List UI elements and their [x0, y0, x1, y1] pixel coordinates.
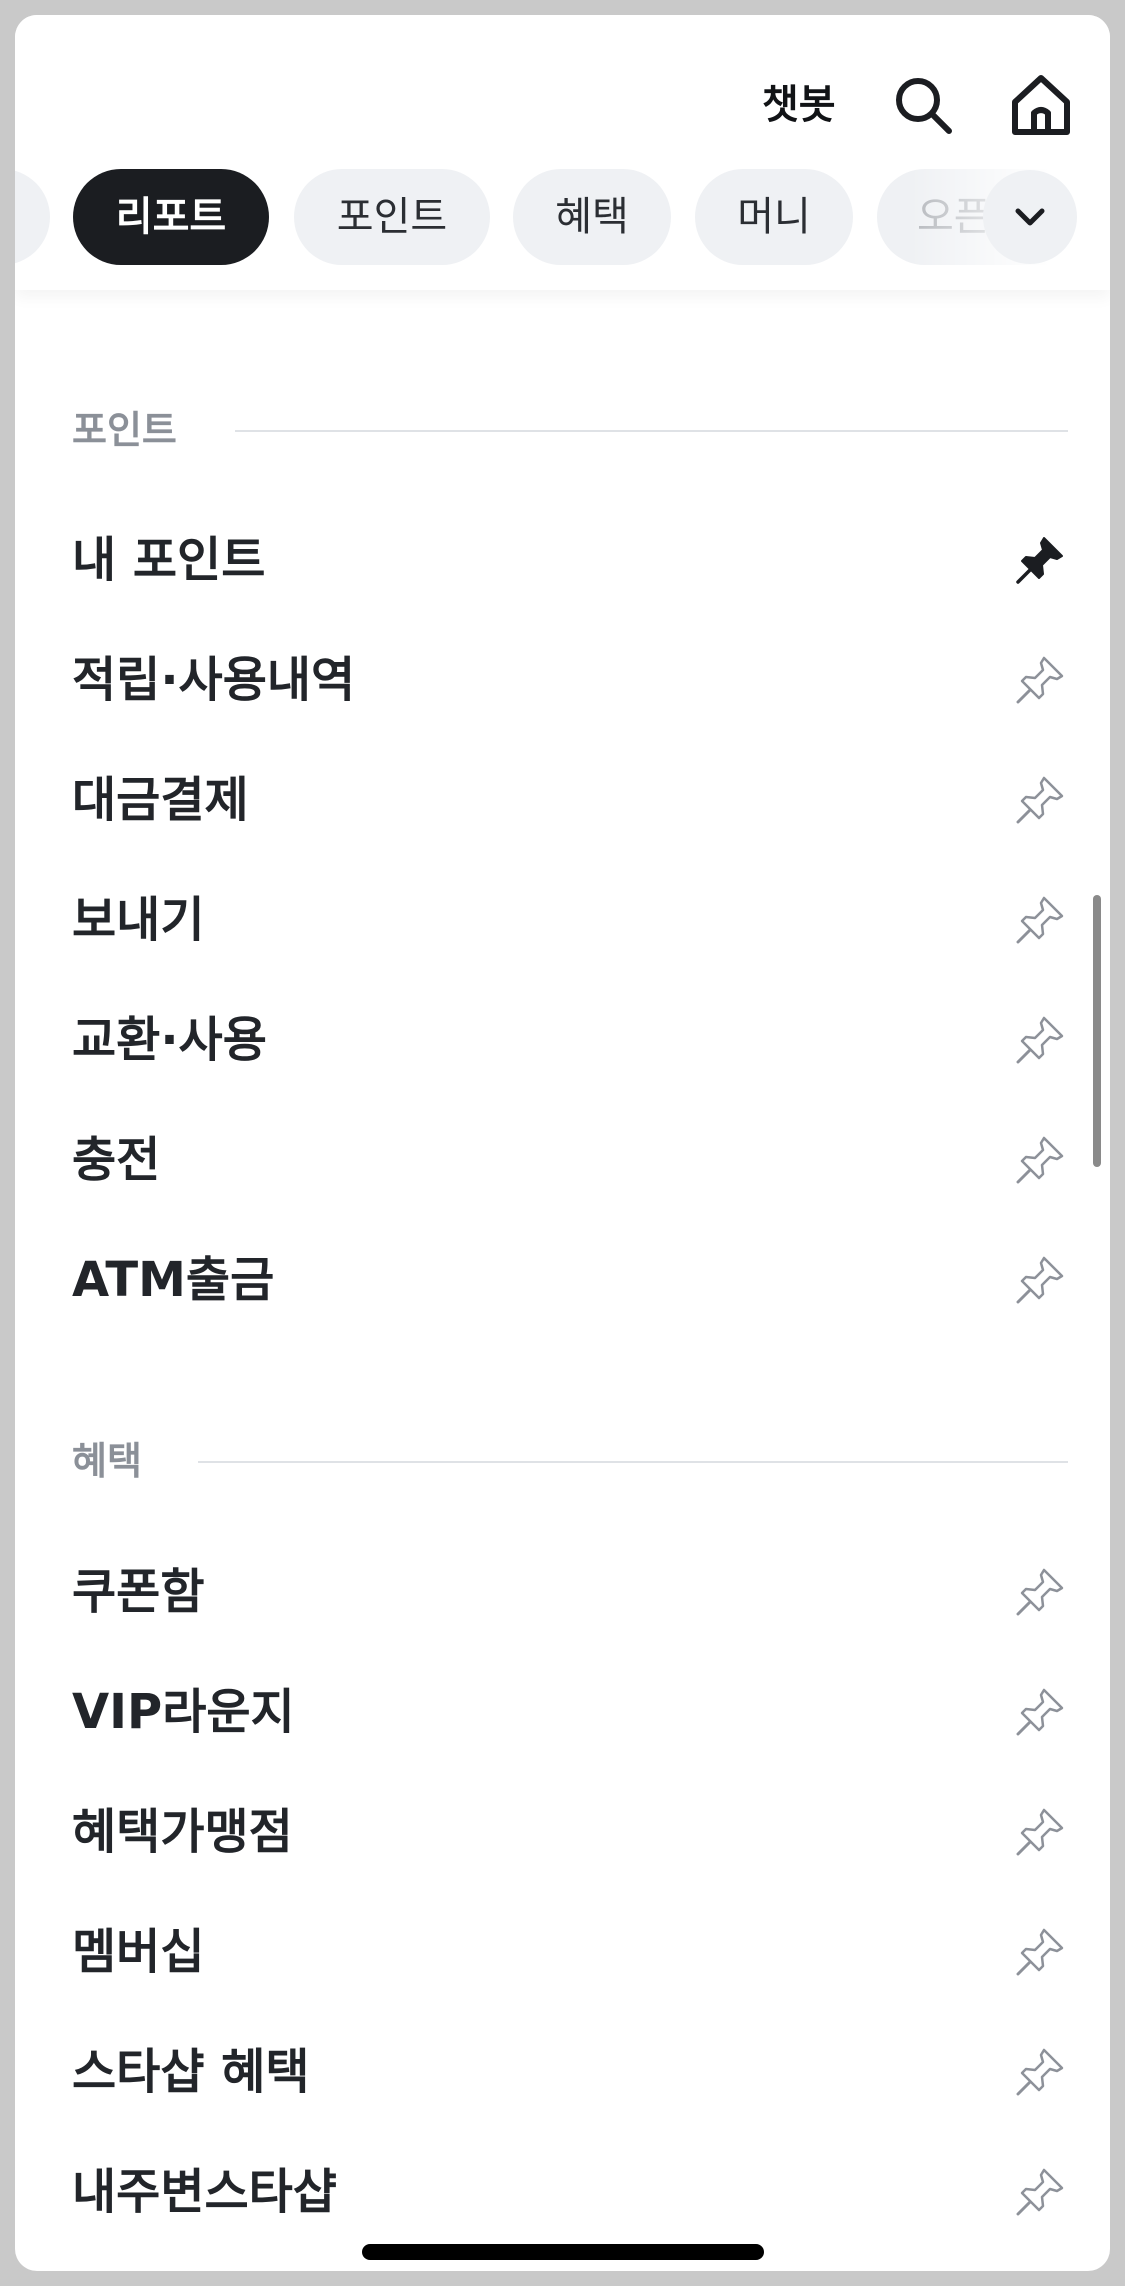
menu-item-exchange[interactable]: 교환·사용 — [72, 990, 1068, 1090]
pin-icon[interactable] — [1012, 1564, 1068, 1620]
category-tabs: 리포트 포인트 혜택 머니 오픈 — [15, 167, 1110, 267]
pin-filled-icon[interactable] — [1012, 532, 1068, 588]
menu-sheet: 챗봇 리포트 포인트 혜택 머니 오픈 포인트 내 포인트 적립·사용내역 대금… — [15, 15, 1110, 2271]
menu-item-label: 스타샵 혜택 — [72, 2044, 310, 2100]
tab-report[interactable]: 리포트 — [73, 169, 269, 265]
section-divider — [198, 1461, 1068, 1463]
section-title: 혜택 — [72, 1439, 142, 1483]
menu-item-label: 혜택가맹점 — [72, 1804, 293, 1860]
menu-content: 포인트 내 포인트 적립·사용내역 대금결제 보내기 교환·사용 충전 ATM출… — [15, 290, 1110, 2271]
pin-icon[interactable] — [1012, 2044, 1068, 2100]
pin-icon[interactable] — [1012, 1132, 1068, 1188]
tab-money[interactable]: 머니 — [695, 169, 853, 265]
pin-icon[interactable] — [1012, 772, 1068, 828]
menu-item-atm[interactable]: ATM출금 — [72, 1230, 1068, 1330]
tab-point[interactable]: 포인트 — [294, 169, 490, 265]
header: 챗봇 리포트 포인트 혜택 머니 오픈 — [15, 15, 1110, 290]
pin-icon[interactable] — [1012, 2164, 1068, 2220]
home-icon[interactable] — [1005, 69, 1077, 141]
chevron-down-icon — [1015, 208, 1045, 226]
pin-icon[interactable] — [1012, 1012, 1068, 1068]
home-indicator[interactable] — [362, 2244, 764, 2260]
menu-item-label: 내주변스타샵 — [72, 2164, 337, 2220]
pin-icon[interactable] — [1012, 1804, 1068, 1860]
chatbot-button[interactable]: 챗봇 — [762, 69, 836, 141]
menu-item-label: 대금결제 — [72, 772, 249, 828]
menu-item-label: 쿠폰함 — [72, 1564, 205, 1620]
menu-item-label: 멤버십 — [72, 1924, 205, 1980]
scrollbar[interactable] — [1093, 895, 1101, 1167]
pin-icon[interactable] — [1012, 652, 1068, 708]
section-header-point: 포인트 — [72, 400, 1068, 460]
section-title: 포인트 — [72, 408, 177, 452]
expand-tabs-button[interactable] — [983, 170, 1077, 264]
menu-item-history[interactable]: 적립·사용내역 — [72, 630, 1068, 730]
menu-item-label: 보내기 — [72, 892, 205, 948]
menu-item-send[interactable]: 보내기 — [72, 870, 1068, 970]
menu-item-my-point[interactable]: 내 포인트 — [72, 510, 1068, 610]
menu-item-label: 충전 — [72, 1132, 161, 1188]
menu-item-label: 적립·사용내역 — [72, 652, 356, 708]
menu-item-coupon[interactable]: 쿠폰함 — [72, 1542, 1068, 1642]
menu-item-starshop-benefit[interactable]: 스타샵 혜택 — [72, 2022, 1068, 2122]
menu-item-benefit-store[interactable]: 혜택가맹점 — [72, 1782, 1068, 1882]
menu-item-charge[interactable]: 충전 — [72, 1110, 1068, 1210]
menu-item-label: ATM출금 — [72, 1252, 275, 1308]
menu-item-membership[interactable]: 멤버십 — [72, 1902, 1068, 2002]
menu-item-vip-lounge[interactable]: VIP라운지 — [72, 1662, 1068, 1762]
pin-icon[interactable] — [1012, 1684, 1068, 1740]
pin-icon[interactable] — [1012, 1252, 1068, 1308]
menu-item-nearby-starshop[interactable]: 내주변스타샵 — [72, 2142, 1068, 2242]
search-icon[interactable] — [887, 69, 959, 141]
pin-icon[interactable] — [1012, 1924, 1068, 1980]
tab-previous[interactable] — [15, 169, 50, 265]
menu-item-payment[interactable]: 대금결제 — [72, 750, 1068, 850]
menu-item-label: 교환·사용 — [72, 1012, 267, 1068]
menu-item-label: VIP라운지 — [72, 1684, 295, 1740]
section-header-benefit: 혜택 — [72, 1431, 1068, 1491]
section-divider — [235, 430, 1068, 432]
menu-item-label: 내 포인트 — [72, 532, 266, 588]
tab-benefit[interactable]: 혜택 — [513, 169, 671, 265]
pin-icon[interactable] — [1012, 892, 1068, 948]
